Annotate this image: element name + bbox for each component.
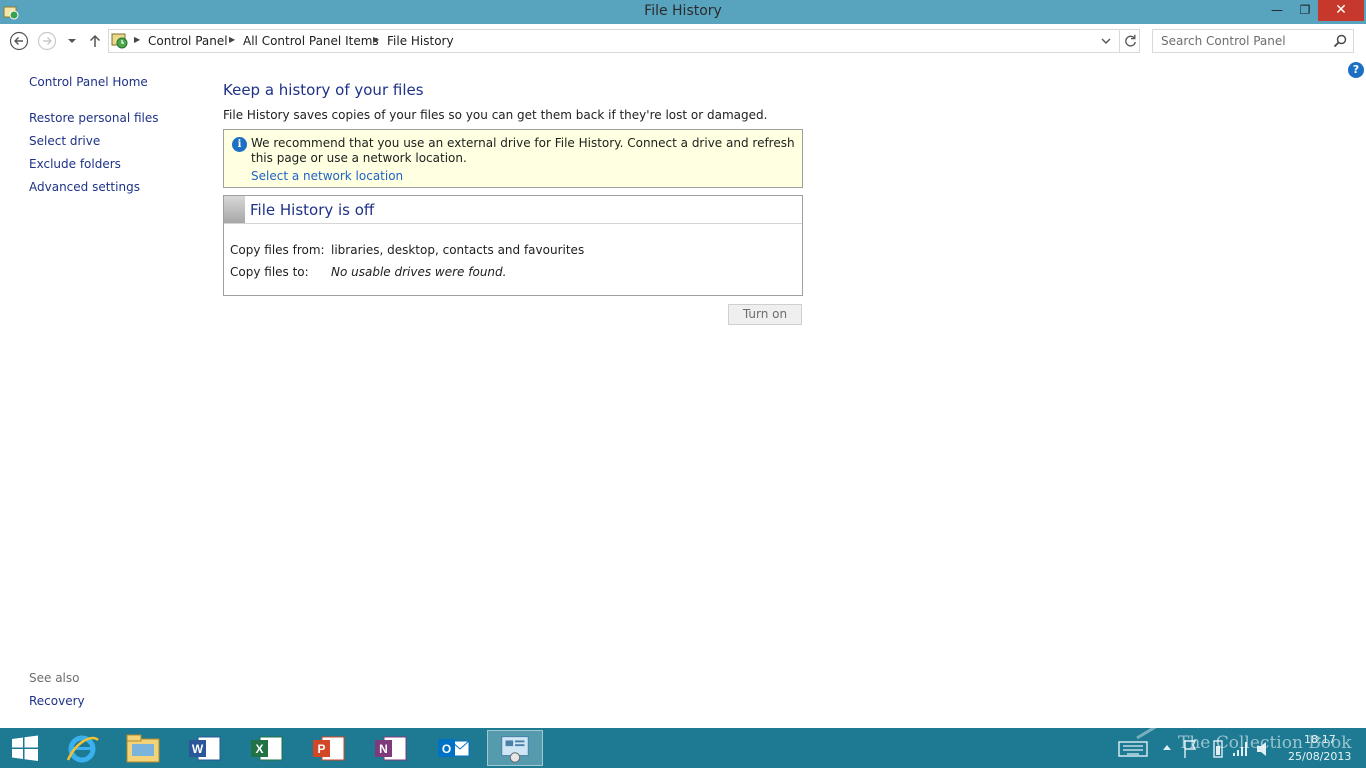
- breadcrumb-all-control-panel-items[interactable]: All Control Panel Items: [243, 34, 379, 48]
- word-icon[interactable]: W: [176, 730, 232, 766]
- drive-status-icon: [224, 196, 245, 223]
- breadcrumb-separator-icon[interactable]: ▶: [229, 35, 235, 44]
- restore-button[interactable]: ❐: [1292, 0, 1318, 21]
- recovery-link[interactable]: Recovery: [29, 694, 85, 708]
- status-header: File History is off: [224, 196, 802, 224]
- control-panel-icon: [111, 33, 128, 49]
- forward-arrow-icon[interactable]: [37, 31, 57, 51]
- breadcrumb-file-history[interactable]: File History: [387, 34, 454, 48]
- search-input[interactable]: Search Control Panel: [1161, 34, 1286, 48]
- title-bar: File History — ❐ ✕: [0, 0, 1366, 24]
- back-arrow-icon[interactable]: [9, 31, 29, 51]
- file-explorer-icon[interactable]: [114, 730, 170, 766]
- select-drive-link[interactable]: Select drive: [29, 134, 100, 148]
- control-panel-home-link[interactable]: Control Panel Home: [29, 75, 148, 89]
- info-bar: i We recommend that you use an external …: [223, 129, 803, 188]
- turn-on-button[interactable]: Turn on: [728, 304, 802, 325]
- search-box[interactable]: Search Control Panel: [1152, 29, 1354, 53]
- svg-text:X: X: [255, 742, 263, 756]
- help-icon[interactable]: ?: [1348, 62, 1364, 78]
- refresh-icon[interactable]: [1119, 30, 1141, 52]
- page-description: File History saves copies of your files …: [223, 108, 768, 122]
- up-arrow-icon[interactable]: [85, 31, 105, 51]
- powerpoint-icon[interactable]: P: [300, 730, 356, 766]
- copy-files-from-value: libraries, desktop, contacts and favouri…: [331, 243, 585, 257]
- navigation-bar: ▶ Control Panel ▶ All Control Panel Item…: [0, 24, 1366, 58]
- see-also-heading: See also: [29, 671, 80, 685]
- breadcrumb-separator-icon[interactable]: ▶: [373, 35, 379, 44]
- file-history-status-panel: File History is off Copy files from: lib…: [223, 195, 803, 296]
- show-hidden-icons-chevron-up-icon[interactable]: [1160, 728, 1174, 768]
- svg-text:P: P: [317, 742, 325, 756]
- address-dropdown-chevron-down-icon[interactable]: [1099, 34, 1113, 48]
- breadcrumb-control-panel[interactable]: Control Panel: [148, 34, 228, 48]
- search-icon[interactable]: [1333, 34, 1347, 48]
- recent-locations-chevron-down-icon[interactable]: [65, 31, 79, 51]
- svg-text:W: W: [192, 742, 204, 756]
- breadcrumb-separator-icon[interactable]: ▶: [134, 35, 140, 44]
- select-network-location-link[interactable]: Select a network location: [251, 169, 403, 183]
- info-icon: i: [232, 137, 247, 152]
- status-title: File History is off: [250, 201, 375, 219]
- internet-explorer-icon[interactable]: [54, 730, 110, 766]
- copy-files-from-label: Copy files from:: [230, 243, 325, 257]
- touch-keyboard-icon[interactable]: [1115, 728, 1165, 768]
- clock-date[interactable]: 25/08/2013: [1288, 750, 1351, 763]
- onenote-icon[interactable]: N: [362, 730, 418, 766]
- clock-time[interactable]: 18:17: [1304, 733, 1336, 746]
- start-button-windows-icon[interactable]: [0, 730, 50, 766]
- exclude-folders-link[interactable]: Exclude folders: [29, 157, 121, 171]
- svg-text:N: N: [379, 742, 388, 756]
- page-title: Keep a history of your files: [223, 81, 424, 99]
- outlook-icon[interactable]: O: [425, 730, 481, 766]
- window-title: File History: [644, 3, 722, 19]
- svg-text:O: O: [442, 742, 451, 756]
- close-button[interactable]: ✕: [1318, 0, 1364, 21]
- address-bar[interactable]: ▶ Control Panel ▶ All Control Panel Item…: [108, 29, 1140, 53]
- copy-files-to-value: No usable drives were found.: [331, 265, 507, 279]
- control-panel-taskbar-icon[interactable]: [487, 730, 543, 766]
- advanced-settings-link[interactable]: Advanced settings: [29, 180, 140, 194]
- excel-icon[interactable]: X: [238, 730, 294, 766]
- copy-files-to-label: Copy files to:: [230, 265, 309, 279]
- taskbar: W X P N O The Collection Book: [0, 728, 1366, 768]
- restore-personal-files-link[interactable]: Restore personal files: [29, 111, 159, 125]
- minimize-button[interactable]: —: [1262, 0, 1292, 21]
- info-message: We recommend that you use an external dr…: [251, 136, 795, 165]
